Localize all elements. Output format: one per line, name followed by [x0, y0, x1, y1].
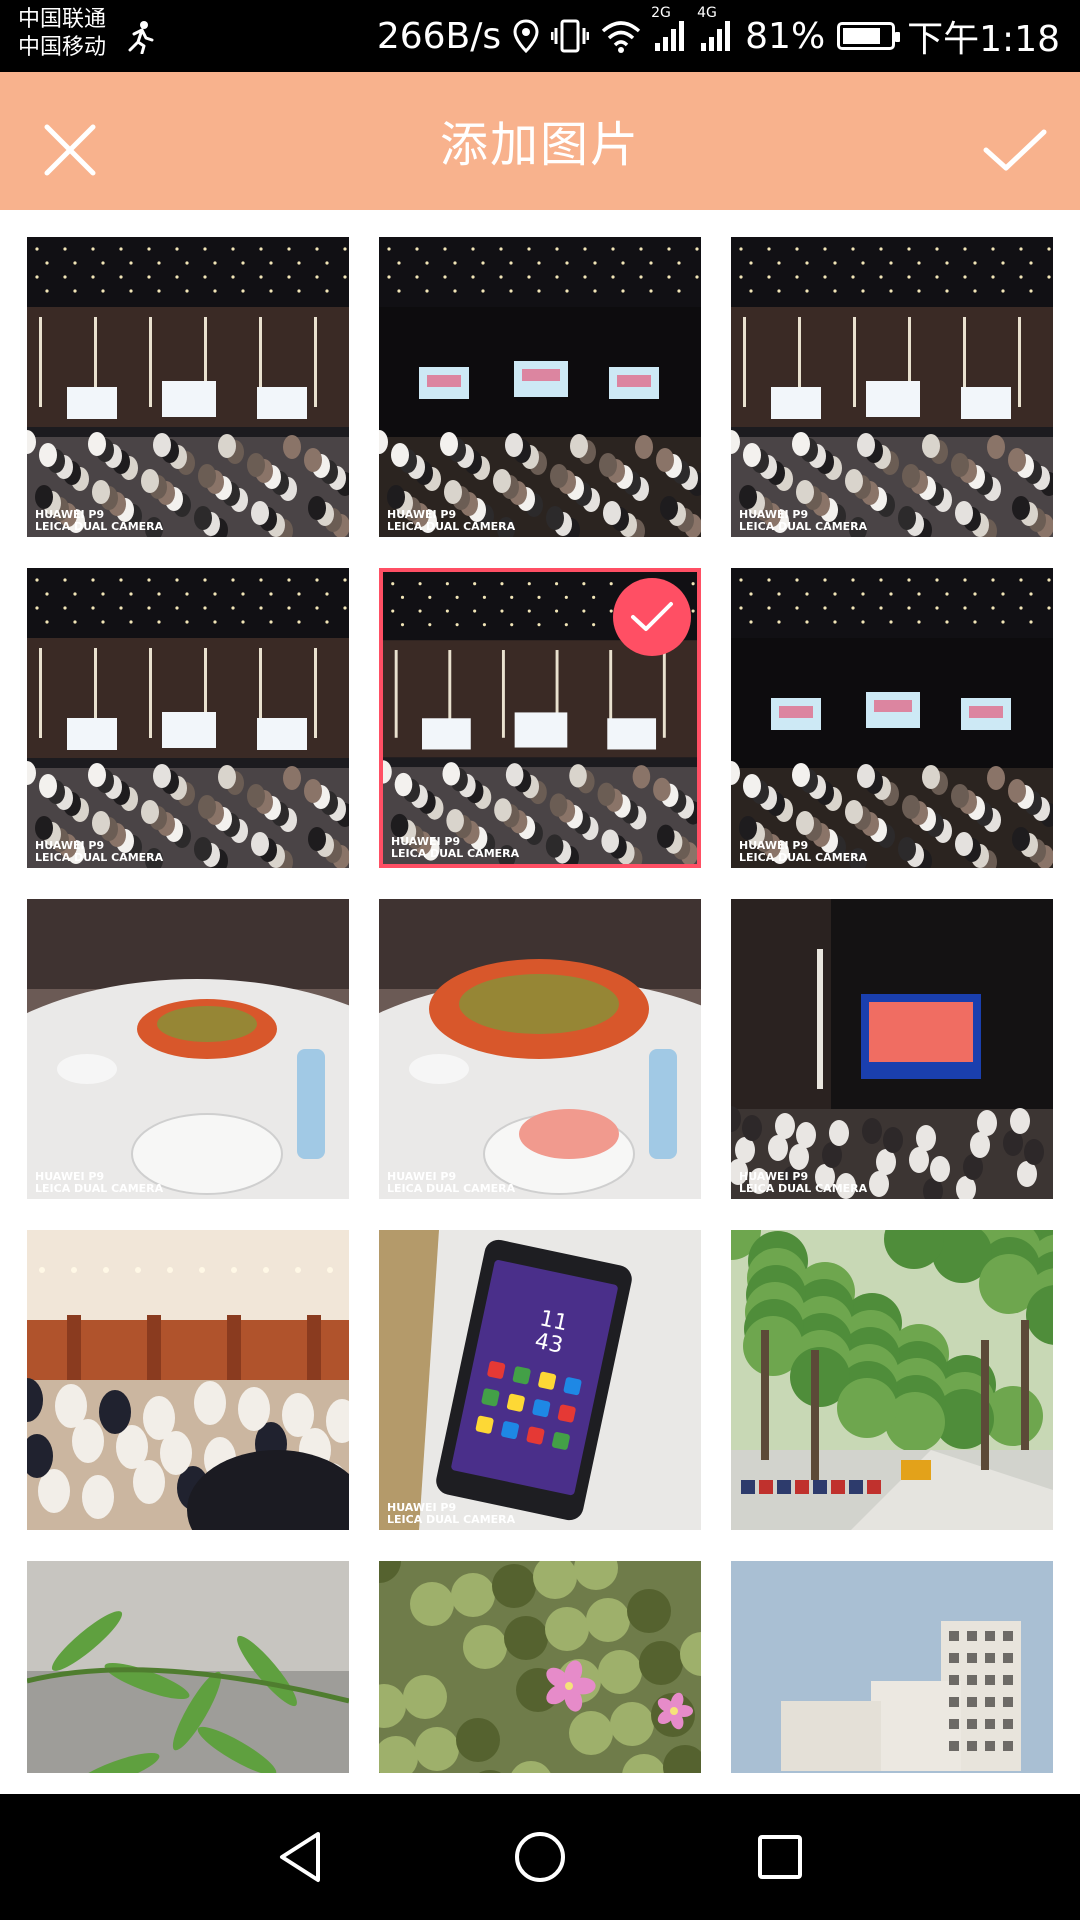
photo-image — [731, 1230, 1053, 1530]
recents-button[interactable] — [750, 1827, 810, 1887]
photo-thumbnail[interactable]: HUAWEI P9 LEICA DUAL CAMERA — [731, 237, 1053, 537]
camera-watermark: HUAWEI P9 LEICA DUAL CAMERA — [739, 1171, 867, 1195]
photo-image — [379, 1561, 701, 1773]
camera-watermark: HUAWEI P9 LEICA DUAL CAMERA — [387, 1502, 515, 1526]
camera-watermark: HUAWEI P9 LEICA DUAL CAMERA — [387, 509, 515, 533]
camera-watermark: HUAWEI P9 LEICA DUAL CAMERA — [35, 840, 163, 864]
signal-2g-icon: 2G — [651, 5, 687, 53]
photo-image — [27, 899, 349, 1199]
photo-thumbnail[interactable]: 11 43 HUAWEI P9 LEICA DUAL CAMERA — [379, 1230, 701, 1530]
page-title: 添加图片 — [439, 117, 640, 173]
photo-thumbnail[interactable]: HUAWEI P9 LEICA DUAL CAMERA — [27, 899, 349, 1199]
carrier-1: 中国联通 — [18, 7, 107, 32]
photo-thumbnail[interactable] — [379, 1561, 701, 1773]
photo-image — [731, 237, 1053, 537]
toolbar: 添加图片 — [0, 72, 1080, 210]
selected-check-badge[interactable] — [613, 578, 691, 656]
photo-thumbnail[interactable]: HUAWEI P9 LEICA DUAL CAMERA — [379, 899, 701, 1199]
photo-thumbnail[interactable]: HUAWEI P9 LEICA DUAL CAMERA — [379, 237, 701, 537]
watermark-line: LEICA DUAL CAMERA — [387, 1182, 516, 1195]
watermark-line: LEICA DUAL CAMERA — [739, 851, 868, 864]
watermark-line: LEICA DUAL CAMERA — [387, 1513, 516, 1526]
location-icon — [513, 19, 539, 53]
watermark-line: LEICA DUAL CAMERA — [739, 1182, 868, 1195]
photo-image — [27, 1230, 349, 1530]
photo-image — [731, 899, 1053, 1199]
photo-thumbnail[interactable] — [27, 1561, 349, 1773]
carrier-info: 中国联通 中国移动 — [18, 6, 106, 62]
camera-watermark: HUAWEI P9 LEICA DUAL CAMERA — [739, 509, 867, 533]
photo-image: 1143 — [379, 1230, 701, 1530]
watermark-line: LEICA DUAL CAMERA — [391, 847, 520, 860]
camera-watermark: HUAWEI P9 LEICA DUAL CAMERA — [739, 840, 867, 864]
status-bar: 中国联通 中国移动 266B/s 2G 4G 81% 下午1:18 — [0, 0, 1080, 72]
photo-thumbnail[interactable] — [731, 1230, 1053, 1530]
vibrate-icon — [551, 18, 590, 54]
watermark-line: LEICA DUAL CAMERA — [35, 1182, 164, 1195]
confirm-button[interactable] — [970, 110, 1060, 190]
photo-image — [731, 1561, 1053, 1773]
home-circle-icon — [515, 1832, 565, 1882]
photo-image — [379, 899, 701, 1199]
photo-thumbnail[interactable]: HUAWEI P9 LEICA DUAL CAMERA — [731, 568, 1053, 868]
signal-4g-icon: 4G — [697, 5, 733, 53]
camera-watermark: HUAWEI P9 LEICA DUAL CAMERA — [35, 509, 163, 533]
check-icon — [631, 602, 673, 631]
photo-thumbnail[interactable]: HUAWEI P9 LEICA DUAL CAMERA — [731, 899, 1053, 1199]
battery-icon — [837, 22, 901, 50]
navigation-bar — [0, 1794, 1080, 1920]
photo-grid: HUAWEI P9 LEICA DUAL CAMERA HUAWEI P9 LEICA… — [0, 210, 1080, 1794]
camera-watermark: HUAWEI P9 LEICA DUAL CAMERA — [387, 1171, 515, 1195]
photo-image — [731, 568, 1053, 868]
photo-image — [27, 568, 349, 868]
watermark-line: LEICA DUAL CAMERA — [35, 851, 164, 864]
photo-thumbnail[interactable] — [27, 1230, 349, 1530]
camera-watermark: HUAWEI P9 LEICA DUAL CAMERA — [35, 1171, 163, 1195]
network-speed: 266B/s — [376, 15, 502, 57]
photo-thumbnail[interactable]: HUAWEI P9 LEICA DUAL CAMERA — [27, 237, 349, 537]
recents-square-icon — [758, 1835, 802, 1879]
carrier-2: 中国移动 — [18, 35, 107, 60]
photo-image — [379, 237, 701, 537]
photo-thumbnail[interactable]: HUAWEI P9 LEICA DUAL CAMERA — [379, 568, 701, 868]
battery-percent: 81% — [745, 15, 826, 57]
battery-fill — [843, 28, 881, 44]
watermark-line: LEICA DUAL CAMERA — [739, 520, 868, 533]
photo-thumbnail[interactable]: HUAWEI P9 LEICA DUAL CAMERA — [27, 568, 349, 868]
back-triangle-icon — [280, 1832, 320, 1882]
home-button[interactable] — [510, 1827, 570, 1887]
watermark-line: LEICA DUAL CAMERA — [387, 520, 516, 533]
back-button[interactable] — [270, 1827, 330, 1887]
photo-image — [27, 237, 349, 537]
running-man-icon — [128, 21, 154, 54]
watermark-line: LEICA DUAL CAMERA — [35, 520, 164, 533]
photo-thumbnail[interactable] — [731, 1561, 1053, 1773]
camera-watermark: HUAWEI P9 LEICA DUAL CAMERA — [391, 836, 519, 860]
wifi-icon — [601, 19, 641, 53]
photo-image — [27, 1561, 349, 1773]
clock: 下午1:18 — [907, 19, 1060, 60]
check-icon — [983, 129, 1047, 171]
